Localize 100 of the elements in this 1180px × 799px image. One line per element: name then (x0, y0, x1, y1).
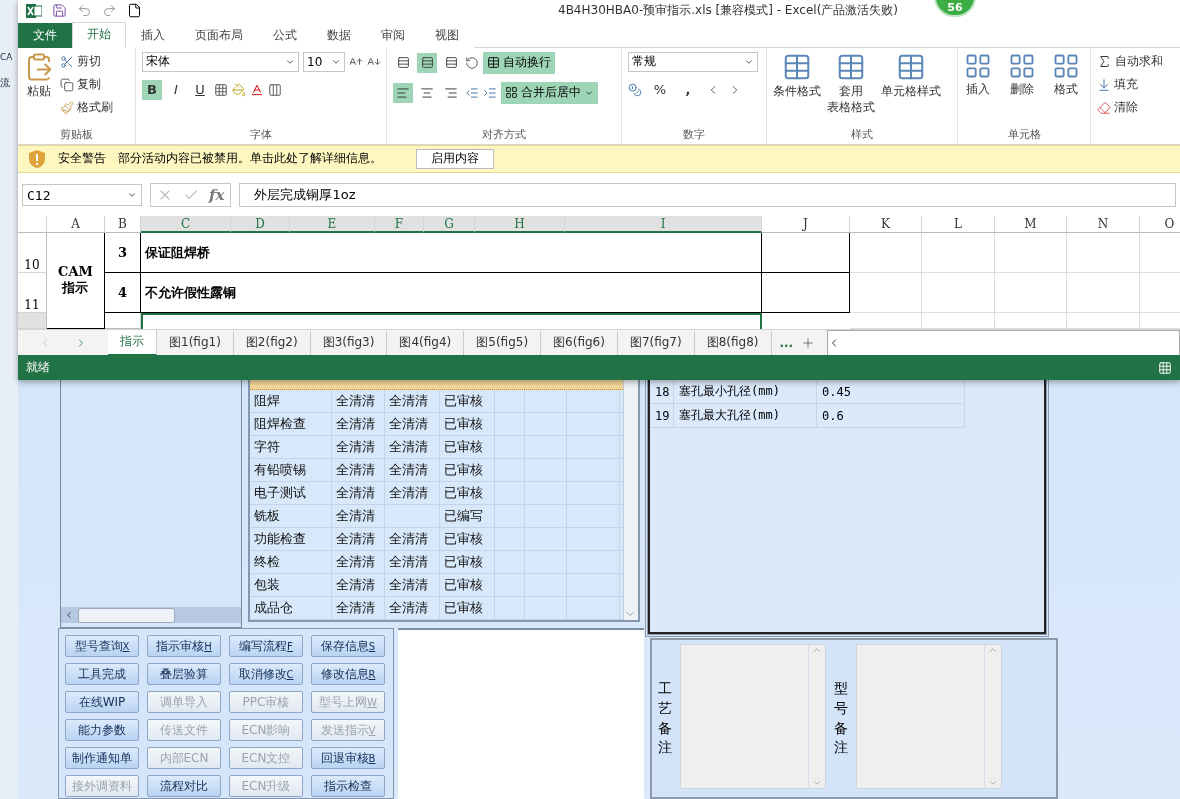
action-button[interactable]: 能力参数 (65, 719, 139, 741)
grid-cell: 全清清 (385, 389, 440, 412)
action-button[interactable]: 在线WIP (65, 691, 139, 713)
font-name-field[interactable]: 宋体 (142, 51, 299, 72)
column-header[interactable]: F (375, 216, 424, 234)
window-title: 4B4H30HBA0-预审指示.xls [兼容模式] - Excel(产品激活失败) (558, 2, 898, 20)
action-button[interactable]: 修改信息R (311, 663, 385, 685)
enable-content-button[interactable]: 启用内容 (416, 148, 494, 169)
cells-button[interactable]: 删除 (1008, 51, 1036, 127)
format-painter-button[interactable]: 格式刷 (60, 97, 113, 118)
highlighted-row[interactable] (250, 380, 623, 390)
grid-cell: 全清清 (332, 389, 385, 412)
vertical-scrollbar[interactable] (623, 380, 638, 620)
percent-button[interactable]: % (650, 79, 670, 100)
column-header[interactable]: E (290, 216, 375, 234)
sheet-tab[interactable]: 图6(fig6) (541, 330, 618, 355)
action-button[interactable]: 制作通知单 (65, 747, 139, 769)
column-header[interactable]: M (995, 216, 1067, 234)
column-header[interactable] (105, 313, 141, 330)
cells-button[interactable]: 插入 (964, 51, 992, 127)
select-all-corner[interactable] (18, 216, 47, 234)
column-header[interactable]: B (105, 216, 141, 234)
font-style-button[interactable]: U (190, 79, 210, 100)
style-button[interactable]: 套用 表格格式 (827, 51, 875, 127)
sheet-tab[interactable]: 图2(fig2) (233, 330, 311, 355)
group-label: 对齐方式 (482, 126, 526, 143)
action-button[interactable]: 保存信息S (311, 635, 385, 657)
action-button[interactable]: 编写流程F (229, 635, 303, 657)
warning-message[interactable]: 部分活动内容已被禁用。单击此处了解详细信息。 (118, 150, 382, 168)
action-button[interactable]: 指示审核H (147, 635, 221, 657)
scrollbar-thumb[interactable] (78, 607, 175, 623)
column-header[interactable]: D (231, 216, 290, 234)
horizontal-scrollbar[interactable] (61, 607, 241, 623)
font-size-field[interactable]: 10 (303, 51, 345, 72)
wrap-text-button[interactable]: 自动换行 (483, 51, 555, 74)
notes-field[interactable] (856, 644, 1002, 789)
column-header[interactable]: H (475, 216, 565, 234)
grid-cell: 已审核 (440, 389, 495, 412)
add-sheet-icon (801, 335, 816, 350)
sheet-tab[interactable]: 图5(fig5) (464, 330, 542, 355)
sheet-tab[interactable]: 图8(fig8) (694, 330, 772, 355)
font-style-button[interactable]: I (166, 79, 186, 100)
column-header[interactable]: G (424, 216, 475, 234)
number-format-field[interactable]: 常规 (628, 51, 758, 72)
sheet-tab[interactable]: 图1(fig1) (157, 330, 234, 355)
vertical-align-button[interactable] (417, 52, 437, 73)
comma-button[interactable]: , (678, 79, 698, 100)
column-header[interactable]: C (141, 216, 231, 234)
ribbon-tab[interactable]: 开始 (72, 21, 126, 48)
style-button[interactable]: 单元格样式 (881, 51, 941, 127)
count-badge: 56 (934, 0, 976, 17)
name-box[interactable]: C12 (22, 184, 142, 207)
formula-field[interactable]: 外层完成铜厚1oz (239, 183, 1176, 208)
copy-button[interactable]: 复制 (60, 74, 113, 95)
grid-cell: 铣板 (250, 504, 332, 527)
align-button[interactable] (393, 82, 413, 103)
cut-button[interactable]: 剪切 (60, 51, 113, 72)
column-header[interactable]: I (565, 216, 762, 234)
row-header[interactable]: 11 (18, 273, 47, 314)
action-button[interactable]: 回退审核B (311, 747, 385, 769)
warning-title: 安全警告 (58, 150, 106, 168)
horizontal-scrollbar[interactable] (827, 329, 1180, 356)
column-header[interactable]: N (1067, 216, 1140, 234)
notes-field[interactable] (680, 644, 826, 789)
action-button[interactable]: 工具完成 (65, 663, 139, 685)
editing-button[interactable]: 填充 (1097, 74, 1163, 95)
action-button[interactable]: 取消修改C (229, 663, 303, 685)
font-style-button[interactable]: B (142, 79, 162, 100)
column-header[interactable]: A (47, 216, 105, 234)
grid-cell: 终检 (250, 550, 332, 573)
action-button[interactable]: 流程对比 (147, 775, 221, 797)
more-sheets-button[interactable]: ... (779, 335, 794, 350)
grid-view-icon (1158, 360, 1172, 375)
column-header[interactable]: O (1140, 216, 1180, 234)
column-header[interactable]: J (762, 216, 850, 234)
cells-button[interactable]: 格式 (1052, 51, 1080, 127)
merge-center-button[interactable]: 合并后居中 (501, 81, 598, 104)
action-button[interactable]: 叠层验算 (147, 663, 221, 685)
editing-button[interactable]: 清除 (1097, 97, 1163, 118)
style-button[interactable]: 条件格式 (773, 51, 821, 127)
column-header[interactable]: K (850, 216, 922, 234)
sheet-tab[interactable]: 图3(fig3) (310, 330, 388, 355)
action-button[interactable]: 型号查询X (65, 635, 139, 657)
row-header[interactable] (18, 313, 47, 330)
group-label: 数字 (683, 126, 705, 143)
group-label: 单元格 (1007, 126, 1041, 143)
sheet-tab[interactable]: 指示 (108, 329, 157, 356)
fill-down-icon (1097, 77, 1111, 92)
action-button[interactable]: 指示检查 (311, 775, 385, 797)
ribbon-tab[interactable]: 文件 (18, 22, 72, 48)
scissors-icon (60, 54, 74, 69)
grid-cell: 全清清 (332, 527, 385, 550)
lines-icon (420, 56, 434, 70)
editing-button[interactable]: 自动求和 (1097, 51, 1163, 72)
row-header[interactable]: 10 (18, 233, 47, 274)
sheet-tab[interactable]: 图4(fig4) (387, 330, 465, 355)
column-header[interactable]: L (922, 216, 995, 234)
paste-button[interactable]: 粘贴 (24, 51, 54, 127)
insert-function-button[interactable]: fx (209, 186, 225, 205)
sheet-tab[interactable]: 图7(fig7) (617, 330, 695, 355)
